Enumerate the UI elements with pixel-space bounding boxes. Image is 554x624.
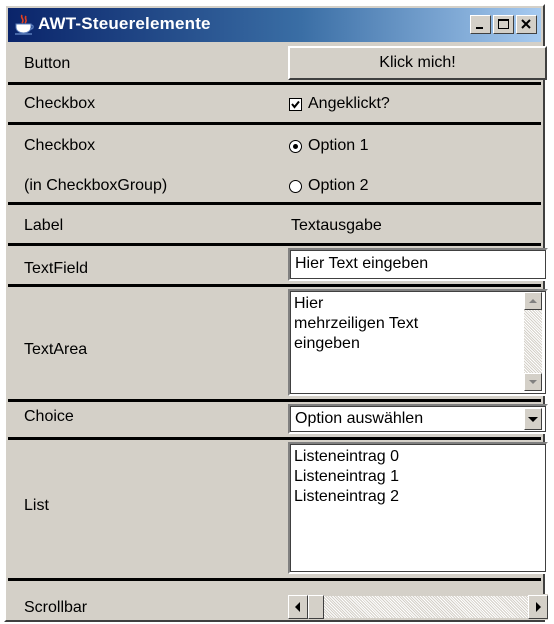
form-panel: Button Klick mich! Checkbox Angeklickt? … [8, 44, 548, 620]
maximize-icon [498, 19, 509, 29]
text-area-line: mehrzeiligen Text [294, 315, 419, 332]
list-items: Listeneintrag 0 Listeneintrag 1 Listenei… [294, 447, 399, 507]
checkmark-icon [291, 100, 300, 109]
close-icon [521, 19, 531, 29]
minimize-button[interactable] [470, 15, 491, 34]
checkbox-row-label: Checkbox [24, 95, 96, 112]
row-separator [8, 399, 541, 402]
title-bar[interactable]: AWT-Steuerelemente [8, 8, 541, 42]
scroll-left-button[interactable] [288, 595, 308, 619]
text-area-scroll-track[interactable] [524, 310, 542, 373]
checkbox-text[interactable]: Angeklickt? [308, 95, 390, 113]
list-item[interactable]: Listeneintrag 1 [294, 467, 399, 487]
scrollbar-thumb[interactable] [308, 595, 324, 619]
row-separator [8, 437, 541, 440]
checkboxgroup-row-sublabel: (in CheckboxGroup) [24, 177, 168, 194]
app-window: AWT-Steuerelemente Button Klick mich! Ch… [4, 4, 548, 622]
horizontal-scrollbar[interactable] [288, 594, 548, 620]
text-area[interactable]: Hier mehrzeiligen Text eingeben [288, 289, 548, 396]
scroll-right-button[interactable] [528, 595, 548, 619]
textarea-row-label: TextArea [24, 341, 88, 358]
list-item[interactable]: Listeneintrag 0 [294, 447, 399, 467]
text-area-line: eingeben [294, 335, 360, 352]
text-field[interactable]: Hier Text eingeben [288, 248, 548, 281]
scroll-up-button[interactable] [524, 292, 542, 310]
row-separator [8, 284, 541, 287]
radio-selected-dot [293, 144, 298, 149]
option-1-label[interactable]: Option 1 [308, 137, 368, 155]
minimize-icon [476, 27, 483, 29]
row-separator [8, 243, 541, 246]
option-2-label[interactable]: Option 2 [308, 177, 368, 195]
klick-mich-button[interactable]: Klick mich! [288, 46, 547, 80]
row-separator [8, 578, 541, 581]
button-row-label: Button [24, 55, 71, 72]
textfield-row-label: TextField [24, 260, 89, 277]
checkboxgroup-row-label: Checkbox [24, 137, 96, 154]
maximize-button[interactable] [493, 15, 514, 34]
java-cup-icon [15, 14, 34, 35]
scrollbar-row-label: Scrollbar [24, 599, 88, 616]
row-separator [8, 202, 541, 205]
choice-selected-value: Option auswählen [295, 410, 424, 427]
list-box[interactable]: Listeneintrag 0 Listeneintrag 1 Listenei… [288, 442, 548, 574]
list-item[interactable]: Listeneintrag 2 [294, 487, 399, 507]
arrow-left-icon [295, 602, 300, 612]
scrollbar-track[interactable] [324, 596, 528, 618]
chevron-down-icon [528, 417, 538, 422]
option-2-radio[interactable] [289, 180, 302, 193]
text-area-line: Hier [294, 295, 324, 312]
angeklickt-checkbox[interactable] [289, 98, 302, 111]
dropdown-button[interactable] [524, 408, 542, 430]
text-area-content: Hier mehrzeiligen Text eingeben [294, 294, 418, 354]
row-separator [8, 82, 541, 85]
arrow-down-icon [529, 380, 537, 384]
window-title: AWT-Steuerelemente [38, 14, 211, 33]
textausgabe-label: Textausgabe [291, 217, 382, 234]
option-1-radio[interactable] [289, 140, 302, 153]
list-row-label: List [24, 497, 49, 514]
choice-row-label: Choice [24, 408, 74, 425]
arrow-right-icon [536, 602, 541, 612]
label-row-label: Label [24, 217, 64, 234]
arrow-up-icon [529, 299, 537, 303]
choice-dropdown[interactable]: Option auswählen [288, 404, 548, 434]
row-separator [8, 122, 541, 125]
close-button[interactable] [516, 15, 537, 34]
scroll-down-button[interactable] [524, 373, 542, 391]
text-field-value: Hier Text eingeben [295, 255, 429, 272]
